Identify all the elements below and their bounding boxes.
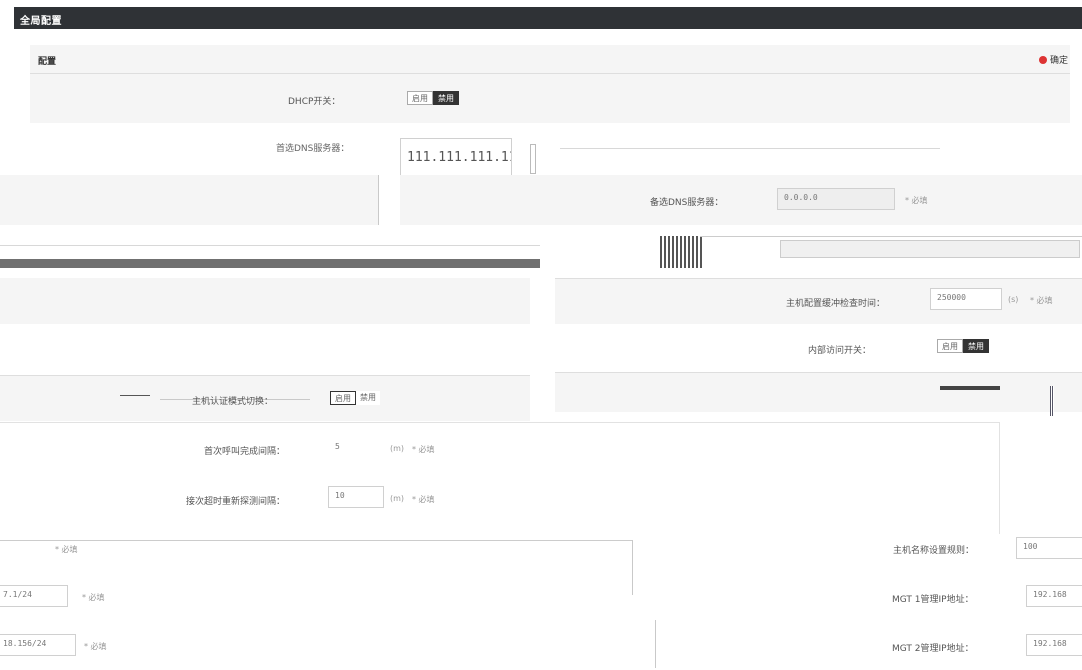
input-fragment (530, 144, 536, 174)
auth-on-button[interactable]: 启用 (330, 391, 356, 405)
interval-2-input[interactable]: 10 (328, 486, 384, 508)
interval-2-unit: (m) (390, 494, 405, 503)
divider (378, 175, 379, 225)
glitch-input-group (780, 240, 1080, 258)
host-time-label: 主机配置缓冲检查时间： (786, 299, 886, 309)
partial-3-input[interactable]: 18.156/24 (0, 634, 76, 656)
backup-dns-input[interactable]: 0.0.0.0 (777, 188, 895, 210)
divider (560, 148, 940, 149)
partial-3-note: * 必填 (84, 642, 107, 651)
partial-2-note: * 必填 (82, 593, 105, 602)
save-icon (1038, 55, 1047, 64)
backup-dns-label: 备选DNS服务器： (650, 198, 724, 208)
partial-1-note: * 必填 (55, 545, 78, 554)
glitch-bar (940, 386, 1000, 390)
divider (632, 540, 633, 595)
dhcp-toggle[interactable]: 启用 禁用 (407, 91, 459, 105)
partial-2-input[interactable]: 7.1/24 (0, 585, 68, 607)
window-title: 全局配置 (20, 16, 62, 27)
dhcp-on-button[interactable]: 启用 (407, 91, 433, 105)
backup-dns-row (400, 175, 1082, 225)
interval-1-label: 首次呼叫完成间隔： (204, 447, 286, 457)
preferred-dns-input[interactable]: 111.111.111.111 (400, 138, 512, 176)
mgt2-input[interactable]: 192.168 (1026, 634, 1082, 656)
host-rule-input[interactable]: 100 (1016, 537, 1082, 559)
interval-1-unit: (m) (390, 444, 405, 453)
auth-mode-label: 主机认证模式切换： (192, 397, 274, 407)
window-titlebar: 全局配置 (14, 7, 1082, 29)
host-time-note: * 必填 (1030, 296, 1053, 305)
host-time-input[interactable]: 250000 (930, 288, 1002, 310)
dhcp-label: DHCP开关： (288, 97, 341, 107)
internal-off-button[interactable]: 禁用 (963, 339, 989, 353)
internal-switch-label: 内部访问开关： (808, 346, 872, 356)
divider (655, 620, 656, 668)
internal-on-button[interactable]: 启用 (937, 339, 963, 353)
host-rule-label: 主机名称设置规则： (893, 546, 975, 556)
mgt1-label: MGT 1管理IP地址： (892, 595, 974, 605)
save-button[interactable]: 确定 (1038, 53, 1068, 66)
dhcp-row (30, 73, 1070, 123)
section-header: 配置 (30, 45, 1070, 73)
glitch-bars (660, 236, 702, 268)
glitch-line (120, 395, 150, 396)
right-row (555, 372, 1082, 412)
interval-1-note: * 必填 (412, 445, 435, 454)
left-block (0, 278, 530, 324)
section-title: 配置 (38, 57, 57, 67)
left-block (0, 175, 378, 225)
glitch-bar (1050, 386, 1054, 416)
interval-2-note: * 必填 (412, 495, 435, 504)
backup-dns-note: * 必填 (905, 196, 928, 205)
interval-2-label: 接次超时重新探测间隔： (186, 497, 286, 507)
dhcp-off-button[interactable]: 禁用 (433, 91, 459, 105)
auth-mode-toggle[interactable]: 启用 禁用 (330, 391, 380, 405)
auth-off-button[interactable]: 禁用 (356, 391, 380, 405)
glitch-band (0, 259, 540, 268)
divider (0, 245, 540, 246)
host-time-unit: (s) (1008, 295, 1019, 304)
interval-1-input[interactable]: 5 (328, 437, 384, 459)
mgt1-input[interactable]: 192.168 (1026, 585, 1082, 607)
internal-toggle[interactable]: 启用 禁用 (937, 339, 989, 353)
save-label: 确定 (1049, 56, 1068, 66)
interval-group (0, 422, 1000, 534)
preferred-dns-label: 首选DNS服务器： (276, 144, 350, 154)
mgt2-label: MGT 2管理IP地址： (892, 644, 974, 654)
